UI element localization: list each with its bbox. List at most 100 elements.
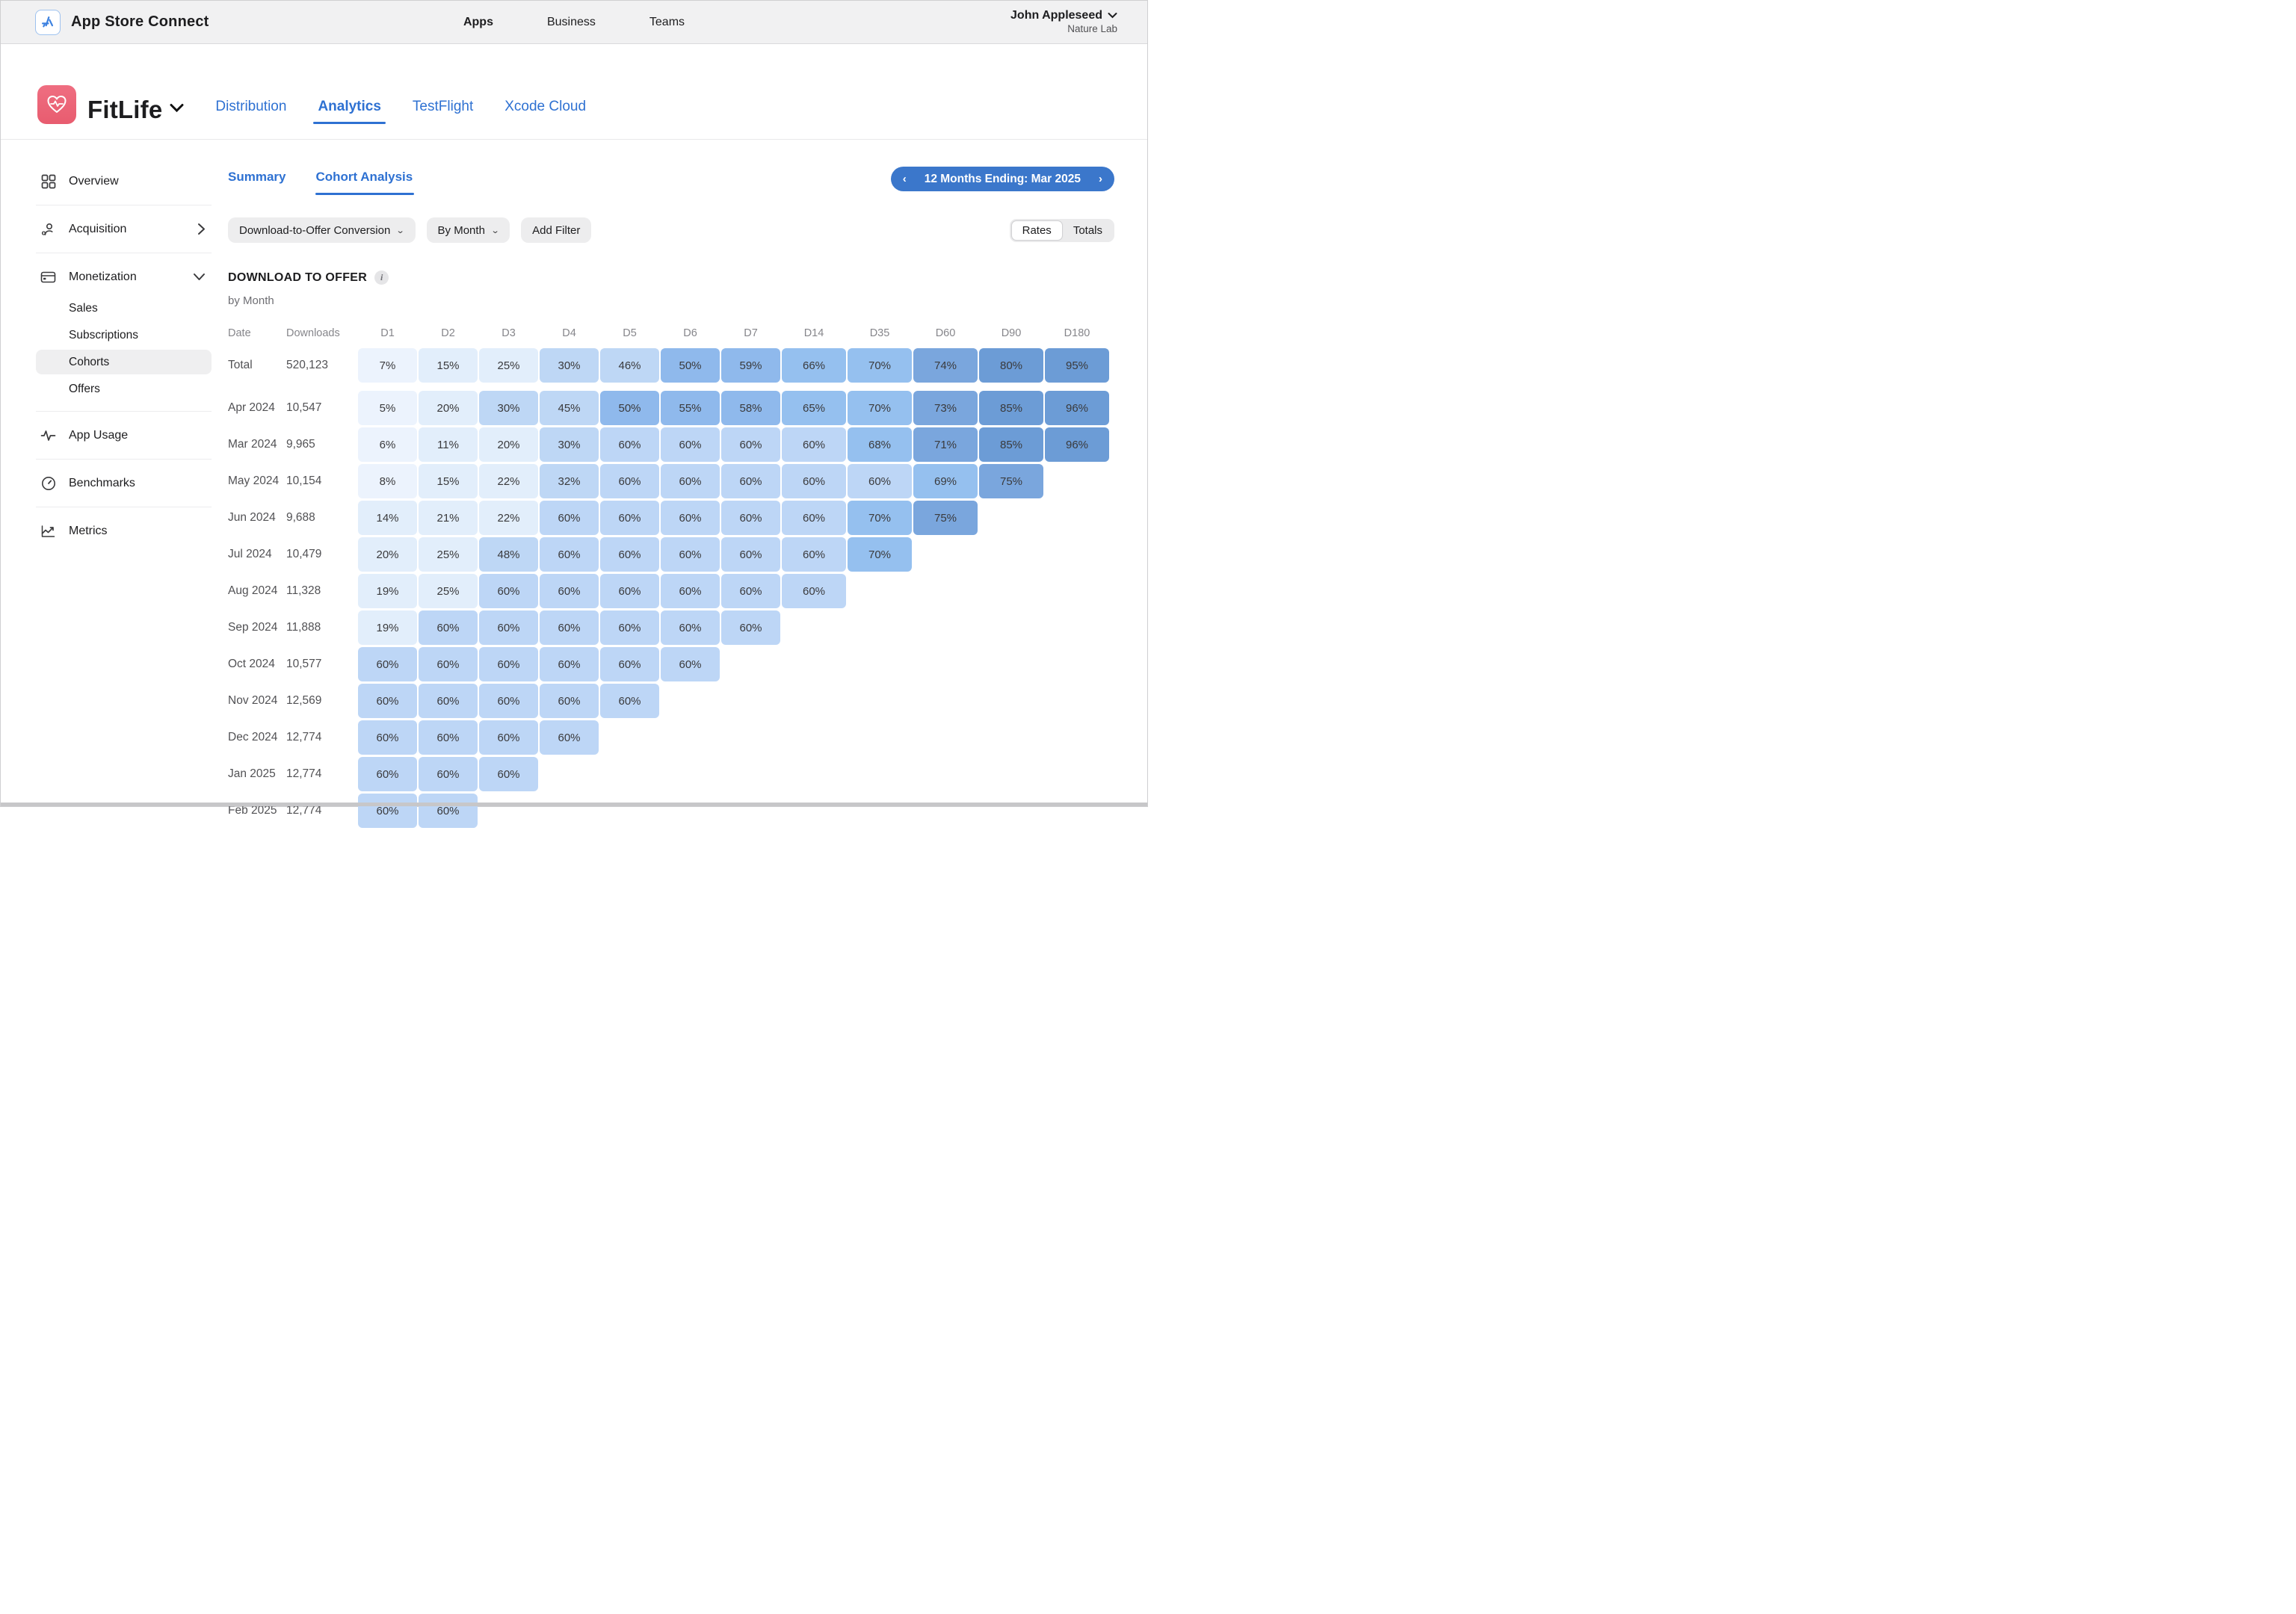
heatmap-cell[interactable]: 60% [358,757,417,791]
heatmap-cell[interactable]: 30% [540,348,599,383]
heatmap-cell[interactable]: 75% [979,464,1043,498]
info-icon[interactable]: i [374,270,389,285]
heatmap-cell[interactable]: 60% [600,647,659,681]
heatmap-cell[interactable]: 60% [540,501,599,535]
heatmap-cell[interactable]: 60% [479,647,538,681]
heatmap-cell[interactable]: 55% [661,391,720,425]
heatmap-cell[interactable]: 60% [600,610,659,645]
heatmap-cell[interactable]: 80% [979,348,1043,383]
heatmap-cell[interactable]: 60% [419,720,478,755]
heatmap-cell[interactable]: 60% [358,684,417,718]
tab-distribution[interactable]: Distribution [215,99,286,124]
heatmap-cell[interactable]: 25% [479,348,538,383]
heatmap-cell[interactable]: 60% [721,427,780,462]
grouping-dropdown[interactable]: By Month ⌄ [427,217,510,243]
previous-period-icon[interactable]: ‹ [903,173,907,185]
heatmap-cell[interactable]: 30% [540,427,599,462]
heatmap-cell[interactable]: 60% [540,720,599,755]
heatmap-cell[interactable]: 58% [721,391,780,425]
heatmap-cell[interactable]: 22% [479,501,538,535]
heatmap-cell[interactable]: 21% [419,501,478,535]
heatmap-cell[interactable]: 60% [782,537,846,572]
heatmap-cell[interactable]: 60% [419,684,478,718]
add-filter-button[interactable]: Add Filter [521,217,591,243]
heatmap-cell[interactable]: 7% [358,348,417,383]
heatmap-cell[interactable]: 96% [1045,391,1109,425]
subtab-summary[interactable]: Summary [228,170,286,195]
sidebar-item-acquisition[interactable]: Acquisition [36,215,212,243]
heatmap-cell[interactable]: 45% [540,391,599,425]
heatmap-cell[interactable]: 15% [419,464,478,498]
heatmap-cell[interactable]: 96% [1045,427,1109,462]
heatmap-cell[interactable]: 60% [600,574,659,608]
heatmap-cell[interactable]: 15% [419,348,478,383]
heatmap-cell[interactable]: 60% [358,794,417,828]
heatmap-cell[interactable]: 60% [721,610,780,645]
heatmap-cell[interactable]: 30% [479,391,538,425]
metric-dropdown[interactable]: Download-to-Offer Conversion ⌄ [228,217,416,243]
heatmap-cell[interactable]: 60% [661,647,720,681]
date-range-picker[interactable]: ‹ 12 Months Ending: Mar 2025 › [891,167,1114,191]
heatmap-cell[interactable]: 60% [540,647,599,681]
sidebar-item-sales[interactable]: Sales [36,296,212,321]
heatmap-cell[interactable]: 48% [479,537,538,572]
heatmap-cell[interactable]: 60% [721,501,780,535]
heatmap-cell[interactable]: 60% [479,720,538,755]
heatmap-cell[interactable]: 60% [721,537,780,572]
heatmap-cell[interactable]: 59% [721,348,780,383]
heatmap-cell[interactable]: 5% [358,391,417,425]
tab-xcode-cloud[interactable]: Xcode Cloud [504,99,586,124]
top-nav-teams[interactable]: Teams [649,16,685,29]
heatmap-cell[interactable]: 60% [600,684,659,718]
heatmap-cell[interactable]: 60% [721,574,780,608]
heatmap-cell[interactable]: 60% [600,427,659,462]
heatmap-cell[interactable]: 60% [782,464,846,498]
heatmap-cell[interactable]: 19% [358,574,417,608]
sidebar-item-overview[interactable]: Overview [36,167,212,195]
heatmap-cell[interactable]: 60% [782,574,846,608]
toggle-totals[interactable]: Totals [1063,220,1113,241]
heatmap-cell[interactable]: 60% [479,684,538,718]
heatmap-cell[interactable]: 60% [848,464,912,498]
heatmap-cell[interactable]: 60% [419,757,478,791]
heatmap-cell[interactable]: 71% [913,427,978,462]
heatmap-cell[interactable]: 60% [540,574,599,608]
heatmap-cell[interactable]: 14% [358,501,417,535]
heatmap-cell[interactable]: 60% [661,427,720,462]
heatmap-cell[interactable]: 50% [600,391,659,425]
top-nav-apps[interactable]: Apps [463,16,493,29]
sidebar-item-app-usage[interactable]: App Usage [36,421,212,449]
heatmap-cell[interactable]: 95% [1045,348,1109,383]
heatmap-cell[interactable]: 60% [661,464,720,498]
heatmap-cell[interactable]: 60% [782,427,846,462]
heatmap-cell[interactable]: 22% [479,464,538,498]
sidebar-item-monetization[interactable]: Monetization [36,263,212,291]
heatmap-cell[interactable]: 60% [479,757,538,791]
top-nav-business[interactable]: Business [547,16,596,29]
toggle-rates[interactable]: Rates [1011,220,1063,241]
heatmap-cell[interactable]: 60% [540,610,599,645]
heatmap-cell[interactable]: 60% [661,610,720,645]
app-store-connect-brand[interactable]: App Store Connect [35,10,209,35]
heatmap-cell[interactable]: 70% [848,501,912,535]
heatmap-cell[interactable]: 60% [479,574,538,608]
heatmap-cell[interactable]: 8% [358,464,417,498]
subtab-cohort-analysis[interactable]: Cohort Analysis [315,170,413,195]
sidebar-item-subscriptions[interactable]: Subscriptions [36,323,212,347]
heatmap-cell[interactable]: 85% [979,427,1043,462]
heatmap-cell[interactable]: 50% [661,348,720,383]
next-period-icon[interactable]: › [1099,173,1102,185]
app-switcher[interactable]: FitLife [87,96,184,124]
heatmap-cell[interactable]: 32% [540,464,599,498]
heatmap-cell[interactable]: 20% [419,391,478,425]
heatmap-cell[interactable]: 60% [358,720,417,755]
heatmap-cell[interactable]: 60% [661,574,720,608]
heatmap-cell[interactable]: 60% [782,501,846,535]
heatmap-cell[interactable]: 75% [913,501,978,535]
heatmap-cell[interactable]: 20% [479,427,538,462]
heatmap-cell[interactable]: 60% [540,537,599,572]
heatmap-cell[interactable]: 69% [913,464,978,498]
heatmap-cell[interactable]: 60% [419,794,478,828]
heatmap-cell[interactable]: 60% [358,647,417,681]
heatmap-cell[interactable]: 68% [848,427,912,462]
